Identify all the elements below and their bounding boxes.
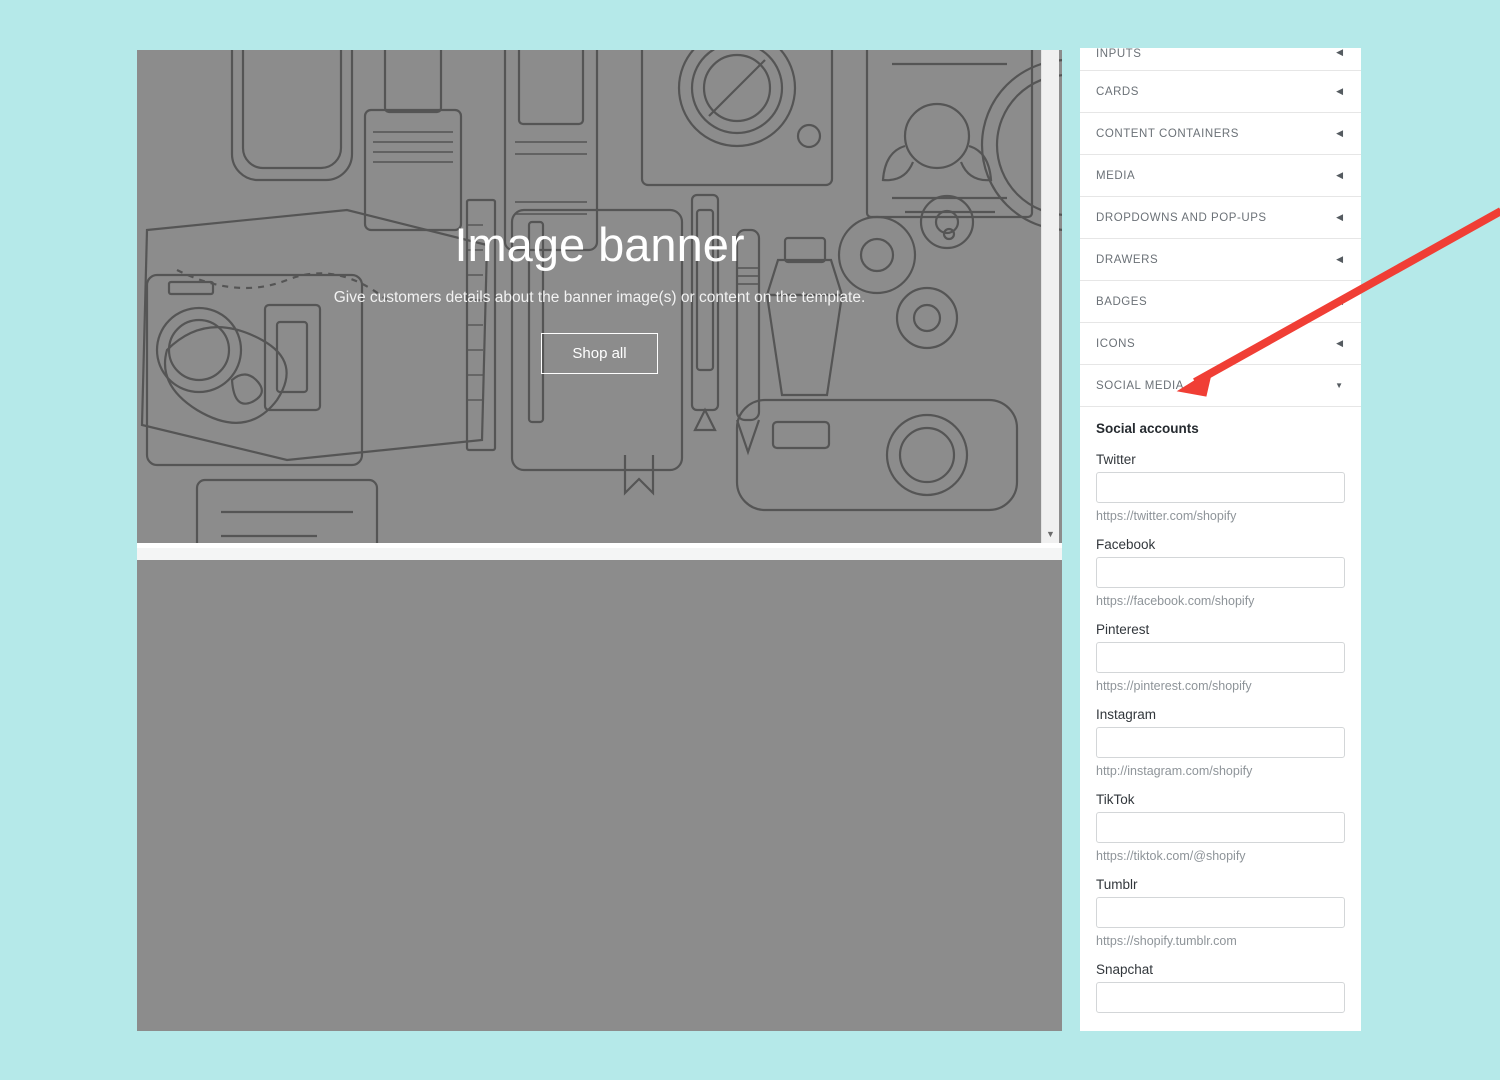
sidebar-section-badges[interactable]: BADGES ◀	[1080, 281, 1361, 323]
preview-vertical-scrollbar[interactable]: ▼	[1041, 50, 1059, 543]
field-group-tumblr: Tumblr https://shopify.tumblr.com	[1096, 877, 1345, 948]
chevron-left-icon: ◀	[1336, 128, 1343, 138]
twitter-field-label: Twitter	[1096, 452, 1136, 467]
chevron-left-icon: ◀	[1336, 296, 1343, 306]
tumblr-help-text: https://shopify.tumblr.com	[1096, 934, 1237, 948]
sidebar-section-label: ICONS	[1096, 337, 1136, 350]
section-separator-gap	[137, 543, 1062, 560]
chevron-left-icon: ◀	[1336, 212, 1343, 222]
sidebar-section-social-media[interactable]: SOCIAL MEDIA ▼	[1080, 365, 1361, 407]
chevron-down-icon: ▼	[1335, 380, 1343, 390]
sidebar-section-label: DRAWERS	[1096, 253, 1159, 266]
lower-section-placeholder	[137, 560, 1062, 1031]
sidebar-section-drawers[interactable]: DRAWERS ◀	[1080, 239, 1361, 281]
sidebar-section-label: SOCIAL MEDIA	[1096, 379, 1184, 392]
pinterest-field-label: Pinterest	[1096, 622, 1150, 637]
tiktok-help-text: https://tiktok.com/@shopify	[1096, 849, 1246, 863]
field-group-instagram: Instagram http://instagram.com/shopify	[1096, 707, 1345, 778]
tumblr-field-label: Tumblr	[1096, 877, 1138, 892]
sidebar-section-label: CONTENT CONTAINERS	[1096, 127, 1240, 140]
social-media-settings-panel: Social accounts Twitter https://twitter.…	[1080, 407, 1361, 1013]
field-group-snapchat: Snapchat	[1096, 962, 1345, 1013]
sidebar-section-label: BADGES	[1096, 295, 1148, 308]
pinterest-help-text: https://pinterest.com/shopify	[1096, 679, 1252, 693]
sidebar-section-dropdowns-and-popups[interactable]: DROPDOWNS AND POP-UPS ◀	[1080, 197, 1361, 239]
facebook-input[interactable]	[1096, 557, 1345, 588]
theme-settings-sidebar: INPUTS ◀ CARDS ◀ CONTENT CONTAINERS ◀ ME…	[1080, 48, 1361, 1031]
tiktok-input[interactable]	[1096, 812, 1345, 843]
instagram-help-text: http://instagram.com/shopify	[1096, 764, 1253, 778]
sidebar-section-media[interactable]: MEDIA ◀	[1080, 155, 1361, 197]
sidebar-section-label: MEDIA	[1096, 169, 1136, 182]
facebook-help-text: https://facebook.com/shopify	[1096, 594, 1255, 608]
instagram-field-label: Instagram	[1096, 707, 1157, 722]
theme-preview-area: Image banner Give customers details abou…	[137, 50, 1062, 1031]
image-banner-section: Image banner Give customers details abou…	[137, 50, 1062, 543]
banner-text-overlay: Image banner Give customers details abou…	[137, 50, 1062, 543]
sidebar-section-icons[interactable]: ICONS ◀	[1080, 323, 1361, 365]
field-group-tiktok: TikTok https://tiktok.com/@shopify	[1096, 792, 1345, 863]
sidebar-section-label: DROPDOWNS AND POP-UPS	[1096, 211, 1267, 224]
banner-heading: Image banner	[454, 218, 745, 272]
sidebar-section-inputs[interactable]: INPUTS ◀	[1080, 48, 1361, 71]
sidebar-section-label: CARDS	[1096, 85, 1140, 98]
tumblr-input[interactable]	[1096, 897, 1345, 928]
field-group-facebook: Facebook https://facebook.com/shopify	[1096, 537, 1345, 608]
twitter-input[interactable]	[1096, 472, 1345, 503]
chevron-left-icon: ◀	[1336, 48, 1343, 57]
sidebar-section-cards[interactable]: CARDS ◀	[1080, 71, 1361, 113]
pinterest-input[interactable]	[1096, 642, 1345, 673]
sidebar-section-label: INPUTS	[1096, 48, 1142, 60]
chevron-left-icon: ◀	[1336, 170, 1343, 180]
scroll-down-arrow-icon[interactable]: ▼	[1042, 526, 1059, 543]
twitter-help-text: https://twitter.com/shopify	[1096, 509, 1237, 523]
sidebar-section-content-containers[interactable]: CONTENT CONTAINERS ◀	[1080, 113, 1361, 155]
section-separator-inner	[137, 548, 1062, 560]
chevron-left-icon: ◀	[1336, 338, 1343, 348]
chevron-left-icon: ◀	[1336, 254, 1343, 264]
facebook-field-label: Facebook	[1096, 537, 1156, 552]
tiktok-field-label: TikTok	[1096, 792, 1135, 807]
field-group-twitter: Twitter https://twitter.com/shopify	[1096, 452, 1345, 523]
social-accounts-heading: Social accounts	[1096, 421, 1199, 436]
shop-all-button[interactable]: Shop all	[541, 332, 658, 374]
field-group-pinterest: Pinterest https://pinterest.com/shopify	[1096, 622, 1345, 693]
chevron-left-icon: ◀	[1336, 86, 1343, 96]
snapchat-field-label: Snapchat	[1096, 962, 1154, 977]
instagram-input[interactable]	[1096, 727, 1345, 758]
banner-subheading: Give customers details about the banner …	[333, 288, 866, 306]
snapchat-input[interactable]	[1096, 982, 1345, 1013]
